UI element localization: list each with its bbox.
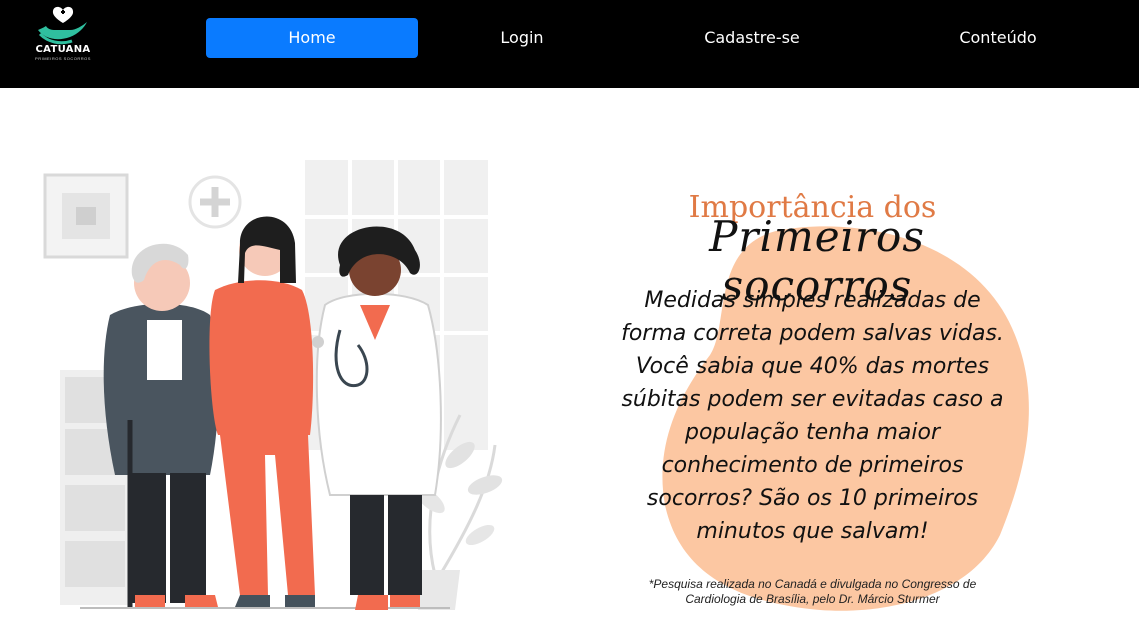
nav-conteudo[interactable]: Conteúdo [918,18,1078,58]
nav-login[interactable]: Login [452,18,592,58]
nav-home[interactable]: Home [206,18,418,58]
hero-footnote: *Pesquisa realizada no Canadá e divulgad… [630,577,995,607]
footnote-line-2: Cardiologia de Brasília, pelo Dr. Márcio… [685,592,940,606]
footnote-line-1: *Pesquisa realizada no Canadá e divulgad… [648,577,977,591]
top-navbar: CATUANA PRIMEIROS SOCORROS Home Login Ca… [0,0,1139,88]
healthcare-workers-illustration [43,160,503,610]
brand-name: CATUANA [35,44,91,55]
hero-body-text: Medidas simples realizadas de forma corr… [621,288,1004,544]
brand-tagline: PRIMEIROS SOCORROS [35,56,91,61]
nav-cadastre-se[interactable]: Cadastre-se [672,18,832,58]
